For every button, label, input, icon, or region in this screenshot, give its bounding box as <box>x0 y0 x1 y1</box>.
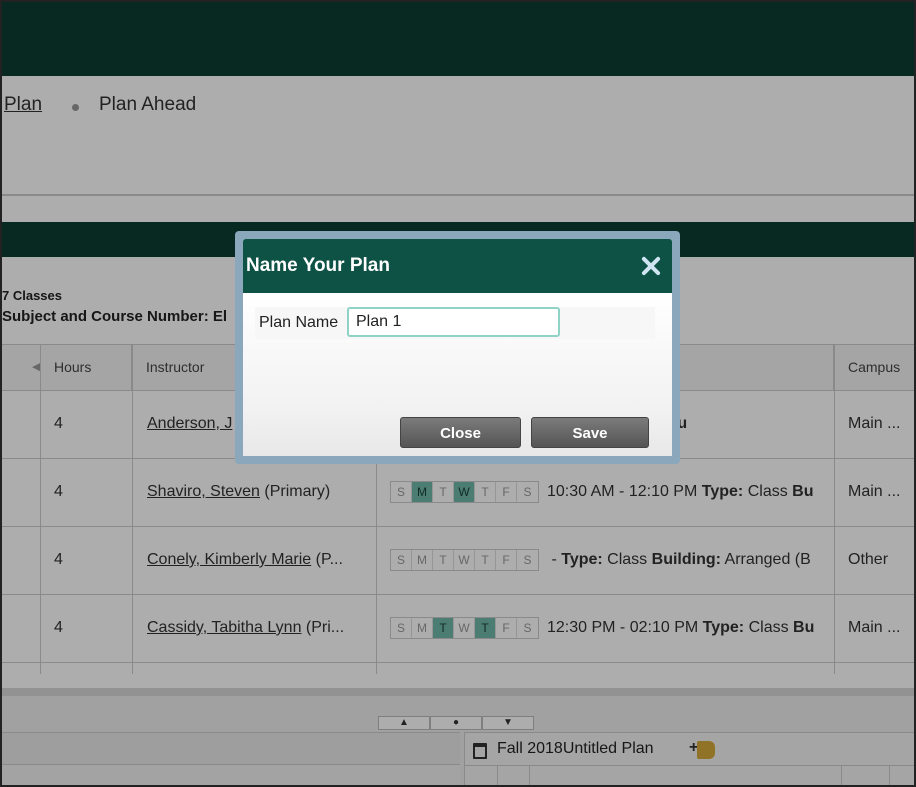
save-button[interactable]: Save <box>531 417 649 448</box>
plan-name-input[interactable] <box>347 307 560 337</box>
app-window: Plan Plan Ahead 7 Classes Subject and Co… <box>0 0 916 787</box>
plan-name-label: Plan Name <box>259 314 339 331</box>
close-icon[interactable] <box>638 253 664 279</box>
plan-name-row: Plan Name <box>255 307 655 339</box>
dialog-title: Name Your Plan <box>246 255 390 276</box>
dialog-header: Name Your Plan <box>243 239 672 293</box>
dialog-body: Plan Name Close Save <box>243 293 672 456</box>
name-plan-dialog: Name Your Plan Plan Name Close Save <box>235 231 680 464</box>
close-button[interactable]: Close <box>400 417 521 448</box>
